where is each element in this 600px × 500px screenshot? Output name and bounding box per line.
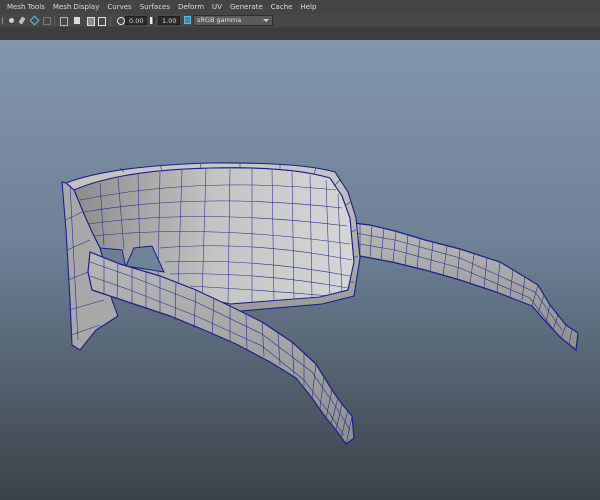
color-space-dropdown[interactable]: sRGB gamma bbox=[193, 15, 273, 26]
gamma-field[interactable]: 1.00 bbox=[158, 16, 180, 25]
gamma-icon[interactable] bbox=[150, 17, 155, 24]
menu-uv[interactable]: UV bbox=[208, 0, 226, 14]
menu-bar: Mesh Tools Mesh Display Curves Surfaces … bbox=[0, 0, 600, 15]
shaded-wire-icon[interactable] bbox=[74, 17, 80, 24]
3d-viewport[interactable] bbox=[0, 40, 600, 500]
isolate-select-icon[interactable] bbox=[29, 15, 40, 26]
menu-help[interactable]: Help bbox=[296, 0, 320, 14]
menu-mesh-tools[interactable]: Mesh Tools bbox=[0, 0, 49, 14]
chevron-down-icon bbox=[263, 19, 269, 22]
panel-header-strip bbox=[0, 27, 600, 41]
panel-toolbar bbox=[0, 14, 600, 28]
exposure-icon[interactable] bbox=[117, 17, 125, 25]
lighting-icon[interactable] bbox=[98, 17, 106, 26]
exposure-field[interactable]: 0.00 bbox=[125, 16, 147, 25]
grid-icon[interactable] bbox=[43, 17, 51, 25]
menu-surfaces[interactable]: Surfaces bbox=[136, 0, 174, 14]
color-management-icon[interactable] bbox=[184, 16, 191, 24]
menu-generate[interactable]: Generate bbox=[226, 0, 267, 14]
toolbar-separator bbox=[110, 16, 111, 25]
right-temple-arm bbox=[343, 221, 579, 352]
toolbar-handle bbox=[2, 17, 3, 24]
pin-icon[interactable] bbox=[18, 16, 26, 25]
menu-curves[interactable]: Curves bbox=[103, 0, 135, 14]
menu-deform[interactable]: Deform bbox=[174, 0, 208, 14]
camera-dot-icon[interactable] bbox=[9, 18, 14, 23]
menu-cache[interactable]: Cache bbox=[267, 0, 297, 14]
color-space-label: sRGB gamma bbox=[197, 16, 242, 24]
toolbar-separator bbox=[54, 16, 55, 25]
menu-mesh-display[interactable]: Mesh Display bbox=[49, 0, 103, 14]
xray-icon[interactable] bbox=[60, 17, 68, 26]
textured-icon[interactable] bbox=[87, 17, 95, 26]
sunglasses-mesh[interactable] bbox=[0, 40, 600, 500]
